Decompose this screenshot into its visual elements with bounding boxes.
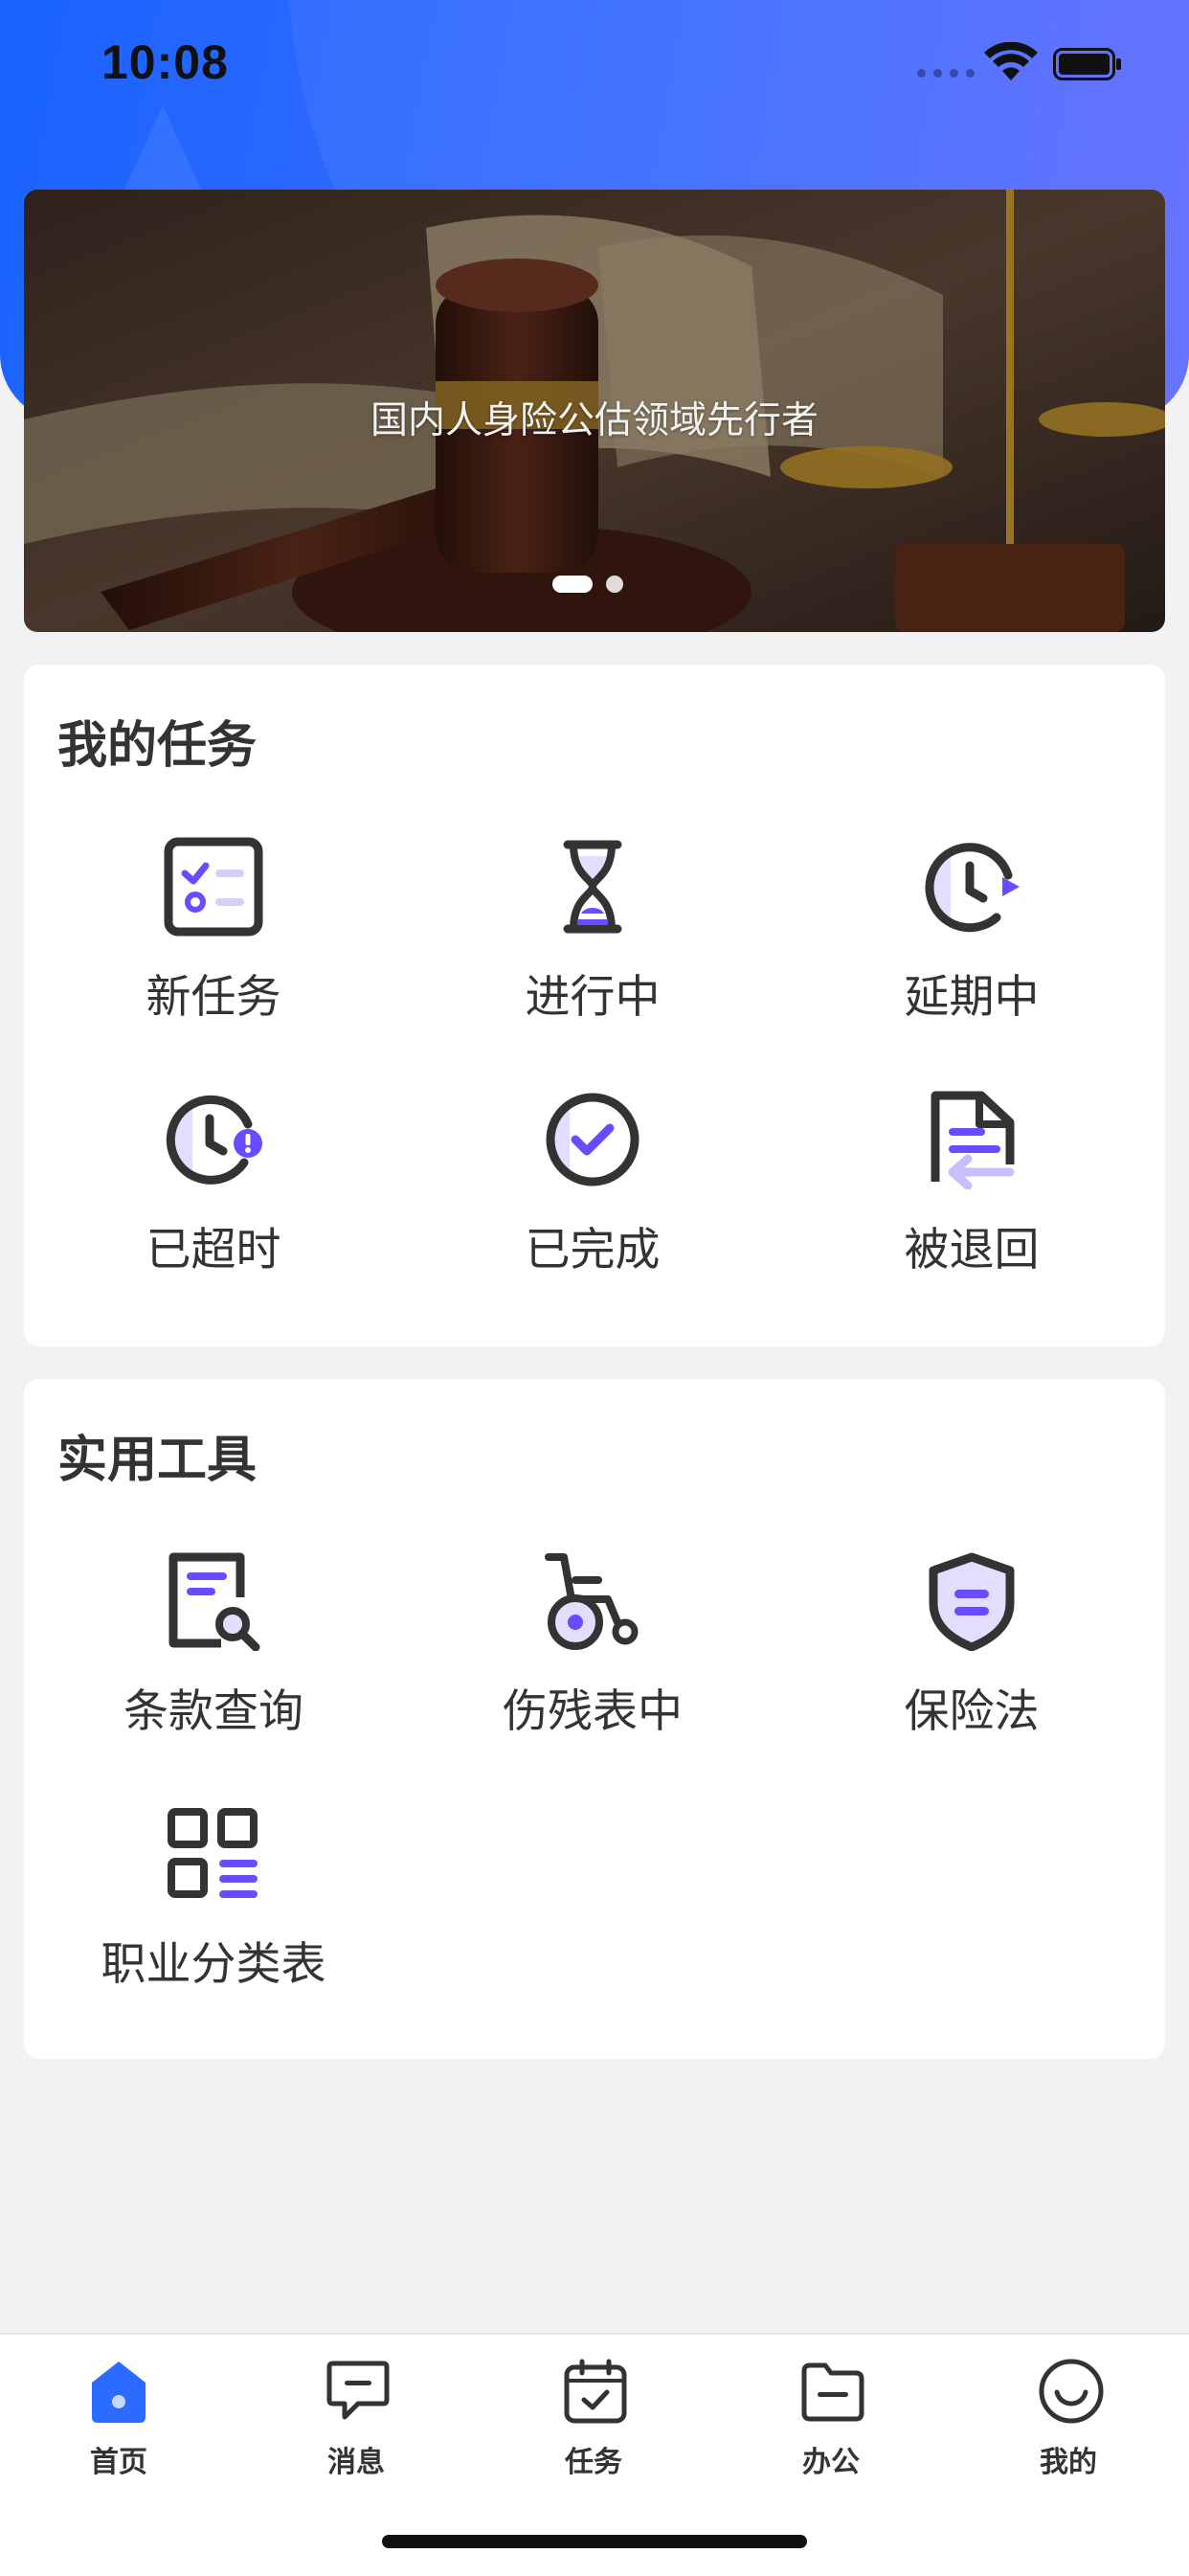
task-delayed-label: 延期中: [904, 971, 1040, 1024]
tab-messages-label: 消息: [327, 2446, 385, 2479]
tool-occupation-table-label: 职业分类表: [101, 1938, 326, 1991]
tools-title: 实用工具: [57, 1432, 258, 1489]
my-tasks-title: 我的任务: [57, 717, 258, 775]
tool-insurance-law-label: 保险法: [904, 1685, 1040, 1738]
tab-office[interactable]: 办公: [712, 2358, 950, 2482]
task-in-progress-label: 进行中: [525, 971, 661, 1024]
status-bar: 10:08: [0, 0, 1189, 129]
wheelchair-icon: [545, 1553, 639, 1650]
task-completed-label: 已完成: [525, 1224, 661, 1277]
battery-icon: [1053, 48, 1121, 80]
tab-mine-label: 我的: [1040, 2446, 1097, 2479]
tool-occupation-table[interactable]: 职业分类表: [24, 1804, 403, 2015]
home-indicator: [382, 2535, 807, 2548]
task-new-label: 新任务: [146, 971, 281, 1024]
banner-carousel[interactable]: 国内人身险公估领域先行者: [24, 190, 1165, 632]
tab-tasks[interactable]: 任务: [475, 2358, 712, 2482]
signal-icon: [917, 69, 975, 78]
clock-play-icon: [925, 843, 1020, 933]
document-return-icon: [931, 1091, 1015, 1189]
task-completed[interactable]: 已完成: [403, 1090, 782, 1300]
tab-mine[interactable]: 我的: [950, 2358, 1187, 2482]
clock-alert-icon: [166, 1095, 262, 1185]
folder-icon: [801, 2362, 864, 2422]
tool-disability-table-label: 伤残表中: [503, 1685, 683, 1738]
task-in-progress[interactable]: 进行中: [403, 837, 782, 1048]
task-new[interactable]: 新任务: [24, 837, 403, 1048]
home-icon: [92, 2361, 146, 2423]
banner-caption: 国内人身险公估领域先行者: [370, 399, 819, 442]
checklist-icon: [164, 837, 263, 937]
wifi-icon: [984, 42, 1038, 80]
tools-card: 实用工具 条款查询 伤残表中 保险法 职业分类表: [24, 1379, 1165, 2059]
calendar-check-icon: [564, 2359, 627, 2424]
shield-icon: [929, 1552, 1015, 1651]
tab-office-label: 办公: [802, 2446, 860, 2479]
message-icon: [326, 2361, 390, 2420]
task-returned[interactable]: 被退回: [782, 1090, 1161, 1300]
grid-list-icon: [168, 1808, 258, 1898]
tab-home[interactable]: 首页: [0, 2358, 237, 2482]
tool-clause-search-label: 条款查询: [123, 1685, 303, 1738]
task-delayed[interactable]: 延期中: [782, 837, 1161, 1048]
check-circle-icon: [546, 1093, 639, 1186]
task-returned-label: 被退回: [904, 1224, 1040, 1277]
status-time: 10:08: [101, 35, 229, 89]
task-overdue[interactable]: 已超时: [24, 1090, 403, 1300]
tab-home-label: 首页: [90, 2446, 147, 2479]
carousel-dot-active[interactable]: [552, 576, 593, 593]
my-tasks-card: 我的任务 新任务 进行中 延期中 已超时 已完成 被退回: [24, 665, 1165, 1346]
tool-clause-search[interactable]: 条款查询: [24, 1551, 403, 1762]
carousel-dot[interactable]: [606, 576, 623, 593]
carousel-indicator: [552, 576, 623, 593]
tab-tasks-label: 任务: [565, 2446, 622, 2479]
tool-disability-table[interactable]: 伤残表中: [403, 1551, 782, 1762]
smile-icon: [1039, 2359, 1104, 2424]
hourglass-icon: [563, 840, 622, 934]
tab-messages[interactable]: 消息: [237, 2358, 475, 2482]
document-search-icon: [168, 1552, 260, 1651]
task-overdue-label: 已超时: [146, 1224, 281, 1277]
tool-insurance-law[interactable]: 保险法: [782, 1551, 1161, 1762]
